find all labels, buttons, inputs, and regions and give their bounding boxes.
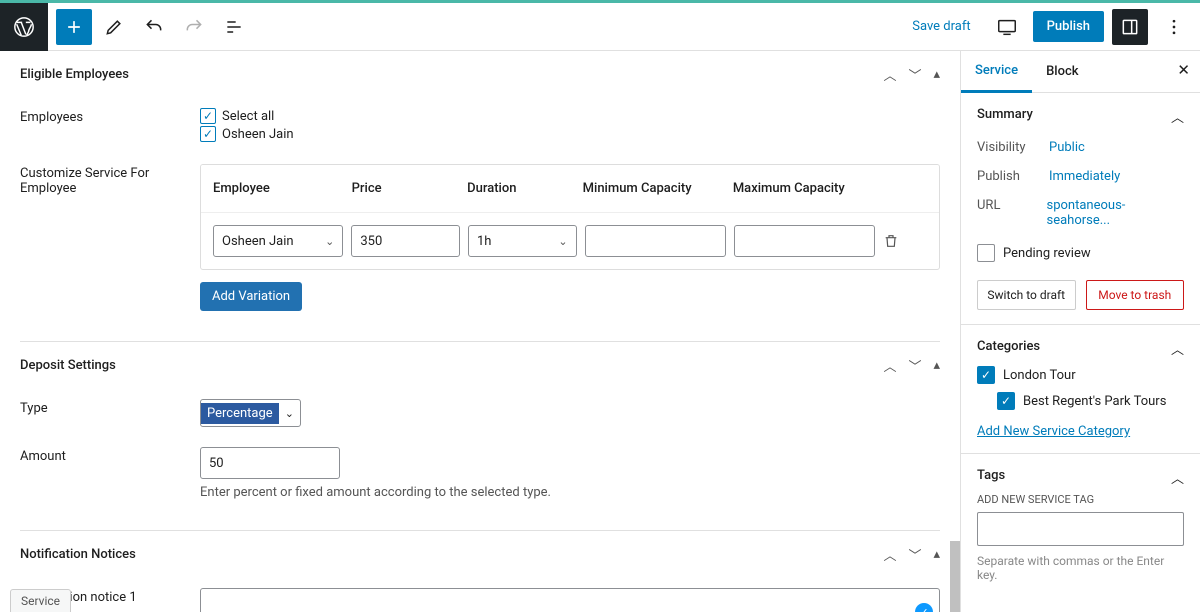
tag-hint: Separate with commas or the Enter key. (977, 554, 1184, 582)
visibility-key: Visibility (977, 140, 1049, 155)
pending-review-label: Pending review (1003, 246, 1091, 261)
visibility-value[interactable]: Public (1049, 140, 1085, 155)
undo-button[interactable] (136, 9, 172, 45)
deposit-type-select[interactable]: Percentage ⌄ (200, 399, 301, 427)
edit-mode-button[interactable] (96, 9, 132, 45)
employee-checkbox[interactable] (200, 126, 216, 142)
collapse-up-icon[interactable]: ︿ (883, 356, 896, 375)
pending-review-checkbox[interactable] (977, 244, 995, 262)
section-title: Deposit Settings (20, 358, 883, 373)
add-tag-label: ADD NEW SERVICE TAG (977, 493, 1184, 506)
add-category-link[interactable]: Add New Service Category (977, 424, 1130, 439)
amount-label: Amount (20, 447, 200, 500)
expand-down-icon[interactable]: ﹀ (908, 65, 921, 84)
toolbar-right: Save draft Publish (902, 9, 1192, 45)
panel-collapse-icon[interactable]: ︿ (1171, 468, 1184, 487)
category-label: London Tour (1003, 368, 1076, 383)
publish-key: Publish (977, 169, 1049, 184)
employee-name-label: Osheen Jain (222, 127, 294, 142)
amount-hint: Enter percent or fixed amount according … (200, 485, 940, 500)
amount-input[interactable]: 50 (200, 447, 340, 479)
table-row: Osheen Jain⌄ 350 1h⌄ (201, 213, 939, 269)
select-all-checkbox[interactable] (200, 108, 216, 124)
panel-summary-title: Summary (977, 107, 1033, 126)
employee-select[interactable]: Osheen Jain⌄ (213, 225, 343, 257)
expand-down-icon[interactable]: ﹀ (908, 545, 921, 564)
publish-button[interactable]: Publish (1033, 11, 1104, 42)
expand-down-icon[interactable]: ﹀ (908, 356, 921, 375)
customize-label: Customize Service For Employee (20, 164, 200, 196)
panel-collapse-icon[interactable]: ︿ (1171, 339, 1184, 358)
max-capacity-input[interactable] (734, 225, 875, 257)
select-all-label: Select all (222, 109, 274, 124)
add-variation-button[interactable]: Add Variation (200, 282, 302, 311)
employee-variation-table: Employee Price Duration Minimum Capacity… (200, 164, 940, 270)
section-title: Eligible Employees (20, 67, 883, 82)
document-overview-button[interactable] (216, 9, 252, 45)
min-capacity-input[interactable] (585, 225, 726, 257)
collapse-up-icon[interactable]: ︿ (883, 65, 896, 84)
sort-up-icon[interactable]: ▴ (933, 358, 940, 373)
publish-value[interactable]: Immediately (1049, 169, 1120, 184)
price-input[interactable]: 350 (351, 225, 460, 257)
type-label: Type (20, 399, 200, 427)
editor-main: Eligible Employees ︿ ﹀ ▴ Employees Selec… (0, 51, 960, 612)
notification-textarea[interactable]: ✓ (200, 588, 940, 612)
duration-select[interactable]: 1h⌄ (468, 225, 577, 257)
preview-button[interactable] (989, 9, 1025, 45)
panel-collapse-icon[interactable]: ︿ (1171, 107, 1184, 126)
wordpress-logo[interactable] (0, 3, 48, 51)
tab-service[interactable]: Service (961, 51, 1032, 93)
col-max: Maximum Capacity (733, 181, 883, 196)
more-options-button[interactable] (1156, 9, 1192, 45)
col-price: Price (352, 181, 468, 196)
toolbar-left (48, 9, 252, 45)
section-title: Notification Notices (20, 547, 883, 562)
col-employee: Employee (213, 181, 352, 196)
delete-row-button[interactable] (883, 233, 903, 249)
category-checkbox[interactable]: ✓ (977, 366, 995, 384)
editor-topbar: Save draft Publish (0, 3, 1200, 51)
close-sidebar-button[interactable]: ✕ (1177, 61, 1190, 79)
category-label: Best Regent's Park Tours (1023, 394, 1166, 409)
move-to-trash-button[interactable]: Move to trash (1086, 280, 1185, 310)
section-eligible-employees: Eligible Employees ︿ ﹀ ▴ (20, 51, 940, 98)
switch-to-draft-button[interactable]: Switch to draft (977, 280, 1076, 310)
col-min: Minimum Capacity (583, 181, 733, 196)
sort-up-icon[interactable]: ▴ (933, 547, 940, 562)
settings-sidebar: Service Block ✕ Summary ︿ VisibilityPubl… (960, 51, 1200, 612)
section-notification-notices: Notification Notices ︿ ﹀ ▴ (20, 531, 940, 578)
main-scrollbar[interactable] (950, 541, 960, 612)
section-deposit-settings: Deposit Settings ︿ ﹀ ▴ (20, 342, 940, 389)
col-duration: Duration (467, 181, 583, 196)
panel-categories-title: Categories (977, 339, 1040, 358)
category-checkbox[interactable]: ✓ (997, 392, 1015, 410)
employees-label: Employees (20, 108, 200, 144)
add-block-button[interactable] (56, 9, 92, 45)
save-draft-button[interactable]: Save draft (902, 13, 980, 40)
panel-tags-title: Tags (977, 468, 1005, 487)
tab-block[interactable]: Block (1032, 52, 1092, 91)
redo-button[interactable] (176, 9, 212, 45)
tag-input[interactable] (977, 512, 1184, 546)
bottom-tab-service[interactable]: Service (10, 589, 71, 612)
settings-panel-button[interactable] (1112, 9, 1148, 45)
url-key: URL (977, 198, 1047, 228)
sort-up-icon[interactable]: ▴ (933, 67, 940, 82)
collapse-up-icon[interactable]: ︿ (883, 545, 896, 564)
grammarly-badge-icon[interactable]: ✓ (915, 603, 933, 612)
url-value[interactable]: spontaneous-seahorse... (1047, 198, 1185, 228)
